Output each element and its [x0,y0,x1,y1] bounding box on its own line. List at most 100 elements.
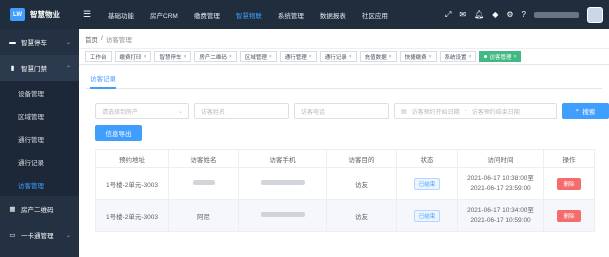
top-header: LW 智慧物业 ☰ 基础功能 房产CRM 缴费管理 智慧物联 系统管理 数据报表… [0,0,609,29]
tag-label: 系统设置 [444,54,467,61]
status-cell: 已结束 [396,199,458,232]
export-button[interactable]: 信息导出 [95,125,142,141]
tag-label: 工作台 [90,54,107,61]
tags-bar: 工作台 缴费打印 × 智慧停车 × 房产二维码 × 区域管理 × 通行管理 × 通行记录 ×… [79,49,609,65]
top-nav-item-iot[interactable]: 智慧物联 [228,0,270,29]
table-row: 1号楼-2单元-3003 访友 已结束 2021-06-17 10:38:00至… [95,167,595,200]
column-header: 访客姓名 [168,149,239,168]
top-nav-item-reports[interactable]: 数据报表 [312,0,354,29]
tag-label: 房产二维码 [199,54,227,61]
sidebar-group-label: 一卡通管理 [21,233,54,240]
visitor-phone-placeholder: 访客电话 [301,109,326,116]
time-cell: 2021-06-17 10:38:00至 2021-06-17 23:59:00 [457,167,544,200]
sidebar-item-areas[interactable]: 区域管理 [0,104,79,127]
app-name: 智慧物业 [30,10,60,19]
action-cell: 删除 [543,167,595,200]
close-icon[interactable]: × [144,54,147,60]
sidebar-item-records[interactable]: 通行记录 [0,150,79,173]
time-end: 2021-06-17 10:59:00 [470,216,531,224]
tag-parking[interactable]: 智慧停车 × [154,51,192,62]
sidebar-group-card[interactable]: ▭ 一卡通管理 ⌄ [0,222,79,248]
close-icon[interactable]: × [389,54,392,60]
sidebar-group-access[interactable]: ▮ 智慧门禁 ⌃ [0,55,79,81]
hamburger-menu-icon[interactable]: ☰ [80,0,94,29]
tag-areas[interactable]: 区域管理 × [239,51,277,62]
user-name[interactable] [534,11,579,18]
tag-quickpay[interactable]: 快捷缴费 × [399,51,437,62]
redacted-phone [260,212,305,217]
visitor-name-input[interactable]: 访客姓名 [194,103,289,119]
tag-recharge[interactable]: 充值数据 × [359,51,397,62]
delete-button[interactable]: 删除 [557,177,581,190]
tag-label: 通行记录 [324,54,347,61]
close-icon[interactable]: × [183,54,186,60]
phone-cell [238,199,327,232]
tag-label: 通行管理 [284,54,307,61]
search-button[interactable]: ⌕ 搜索 [562,103,609,119]
tag-workbench[interactable]: 工作台 [85,51,112,62]
sidebar-group-label: 智慧门禁 [21,66,47,73]
close-icon[interactable]: × [429,54,432,60]
tag-print[interactable]: 缴费打印 × [114,51,152,62]
logo-mark: LW [10,8,25,21]
tag-label: 访客管理 [489,54,512,61]
visitor-phone-input[interactable]: 访客电话 [294,103,389,119]
avatar[interactable] [587,6,603,23]
top-nav-item-system[interactable]: 系统管理 [270,0,312,29]
column-header: 访客手机 [238,149,327,168]
chevron-up-icon: ⌃ [65,65,71,72]
search-icon: ⌕ [575,107,580,114]
tag-visitors[interactable]: 访客管理 × [479,51,522,62]
breadcrumb: 首页 / 访客管理 [79,29,609,49]
tag-label: 充值数据 [364,54,387,61]
property-select[interactable]: 请选择到房产 ⌄ [95,103,189,119]
calendar-icon: ▤ [401,108,407,115]
tab-visitor-records[interactable]: 访客记录 [90,73,116,83]
column-header: 操作 [543,149,595,168]
top-nav-item-basic[interactable]: 基础功能 [100,0,142,29]
breadcrumb-home[interactable]: 首页 [85,34,98,44]
active-dot-icon [484,55,488,58]
tag-records[interactable]: 通行记录 × [319,51,357,62]
close-icon[interactable]: × [269,54,272,60]
bell-icon[interactable]: 🔔︎ [474,10,484,19]
sidebar-group-qrcode[interactable]: ▦ 房产二维码 [0,196,79,222]
action-cell: 删除 [543,199,595,232]
mail-icon[interactable]: ✉ [459,10,466,19]
sidebar-item-visitors[interactable]: 访客管理 [0,173,79,196]
tag-qrcode[interactable]: 房产二维码 × [194,51,237,62]
tag-passage[interactable]: 通行管理 × [279,51,317,62]
date-range-picker[interactable]: ▤ 访客预约开始日期 - 访客预约结束日期 [394,103,557,119]
property-select-placeholder: 请选择到房产 [102,109,139,116]
top-nav-item-crm[interactable]: 房产CRM [142,0,186,29]
close-icon[interactable]: × [309,54,312,60]
table-header-row: 预约地址 访客姓名 访客手机 访客目的 状态 访问时间 操作 [95,149,595,168]
column-header: 预约地址 [95,149,169,168]
close-icon[interactable]: × [349,54,352,60]
main-area: 首页 / 访客管理 工作台 缴费打印 × 智慧停车 × 房产二维码 × 区域管理 × 通… [79,29,609,257]
address-cell: 1号楼-2单元-3003 [95,199,169,232]
time-start: 2021-06-17 10:34:00至 [467,206,534,214]
delete-button[interactable]: 删除 [557,209,581,222]
close-icon[interactable]: × [229,54,232,60]
close-icon[interactable]: × [469,54,472,60]
sidebar-group-parking[interactable]: ▬ 智慧停车 ⌄ [0,29,79,55]
name-cell: 阿尼 [168,199,239,232]
tag-label: 区域管理 [244,54,267,61]
layers-icon[interactable]: ◆ [492,10,498,19]
sidebar-item-passage[interactable]: 通行管理 [0,127,79,150]
breadcrumb-separator: / [101,35,103,42]
phone-cell [238,167,327,200]
settings-icon[interactable]: ⚙ [506,10,513,19]
help-icon[interactable]: ? [522,10,526,19]
sidebar-group-label: 房产二维码 [21,207,54,214]
sidebar-item-devices[interactable]: 设备管理 [0,81,79,104]
time-start: 2021-06-17 10:38:00至 [467,174,534,182]
top-nav-item-billing[interactable]: 缴费管理 [186,0,228,29]
fullscreen-icon[interactable]: ⤢ [445,10,451,20]
app-logo[interactable]: LW 智慧物业 [0,0,70,29]
top-nav-item-community[interactable]: 社区应用 [354,0,396,29]
close-icon[interactable]: × [513,54,516,60]
tag-settings[interactable]: 系统设置 × [439,51,477,62]
status-cell: 已结束 [396,167,458,200]
